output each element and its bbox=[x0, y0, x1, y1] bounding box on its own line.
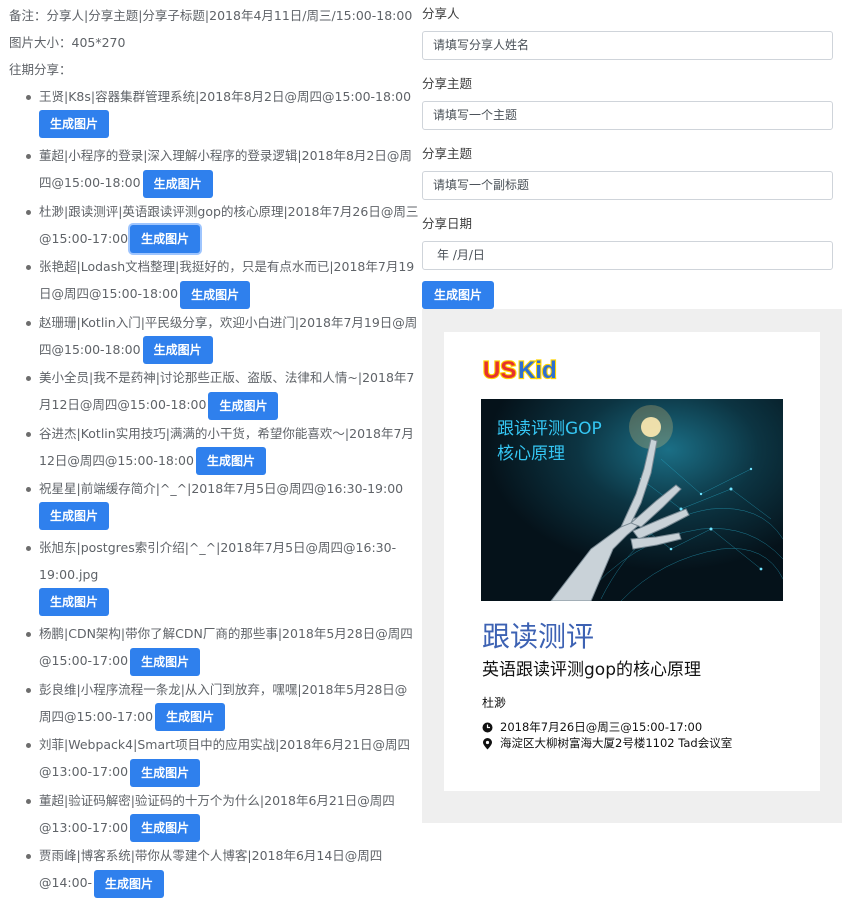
history-text: 张旭东|postgres索引介绍|^_^|2018年7月5日@周四@16:30-… bbox=[39, 540, 397, 582]
svg-text:US: US bbox=[483, 357, 516, 384]
list-item: 美小全员|我不是药神|讨论那些正版、盗版、法律和人情~|2018年7月12日@周… bbox=[26, 364, 419, 420]
svg-text:Kid: Kid bbox=[518, 357, 557, 384]
list-item: 董超|小程序的登录|深入理解小程序的登录逻辑|2018年8月2日@周四@15:0… bbox=[26, 142, 419, 198]
generate-image-button[interactable]: 生成图片 bbox=[142, 169, 213, 198]
list-item: 刘菲|Webpack4|Smart项目中的应用实战|2018年6月21日@周四@… bbox=[26, 731, 419, 787]
date-group: 分享日期 年 /月/日 bbox=[422, 215, 842, 280]
generate-image-button[interactable]: 生成图片 bbox=[130, 758, 201, 787]
subtitle-input[interactable]: 请填写一个副标题 bbox=[422, 171, 833, 200]
topic-input[interactable]: 请填写一个主题 bbox=[422, 101, 833, 130]
left-panel: 备注：分享人|分享主题|分享子标题|2018年4月11日/周三/15:00-18… bbox=[9, 0, 418, 898]
speaker-label: 分享人 bbox=[422, 6, 460, 21]
subtitle-label: 分享主题 bbox=[422, 146, 473, 161]
card-time: 2018年7月26日@周三@15:00-17:00 bbox=[500, 720, 703, 734]
location-pin-icon bbox=[483, 737, 492, 749]
list-item: 彭良维|小程序流程一条龙|从入门到放弃，嘿嘿|2018年5月28日@周四@15:… bbox=[26, 676, 419, 731]
poster-line-1: 跟读评测GOP bbox=[497, 419, 602, 439]
date-label: 分享日期 bbox=[422, 216, 473, 231]
list-item: 赵珊珊|Kotlin入门|平民级分享，欢迎小白进门|2018年7月19日@周四@… bbox=[26, 309, 419, 364]
speaker-input[interactable]: 请填写分享人姓名 bbox=[422, 31, 833, 60]
uskid-logo: US Kid bbox=[482, 356, 558, 385]
list-item: 贾雨峰|博客系统|带你从零建个人博客|2018年6月14日@周四@14:00- 生… bbox=[26, 842, 419, 898]
list-item: 杨鹏|CDN架构|带你了解CDN厂商的那些事|2018年5月28日@周四@15:… bbox=[26, 620, 419, 676]
generate-image-button[interactable]: 生成图片 bbox=[130, 647, 201, 676]
list-item: 祝星星|前端缓存简介|^_^|2018年7月5日@周四@16:30-19:00 生… bbox=[26, 475, 419, 534]
date-input[interactable]: 年 /月/日 bbox=[422, 241, 833, 270]
history-text: 董超|小程序的登录|深入理解小程序的登录逻辑|2018年8月2日@周四@15:0… bbox=[39, 148, 412, 190]
generate-image-button[interactable]: 生成图片 bbox=[180, 280, 251, 309]
history-text: 贾雨峰|博客系统|带你从零建个人博客|2018年6月14日@周四@14:00- bbox=[39, 848, 383, 890]
history-list: 王贤|K8s|容器集群管理系统|2018年8月2日@周四@15:00-18:00… bbox=[9, 83, 418, 898]
list-item: 杜渺|跟读测评|英语跟读评测gop的核心原理|2018年7月26日@周三@15:… bbox=[26, 198, 419, 253]
subtitle-group: 分享主题 请填写一个副标题 bbox=[422, 145, 842, 210]
list-item: 谷进杰|Kotlin实用技巧|满满的小干货，希望你能喜欢～|2018年7月12日… bbox=[26, 420, 419, 475]
card-location-row: 海淀区大柳树富海大厦2号楼1102 Tad会议室 bbox=[482, 735, 732, 751]
list-item: 张旭东|postgres索引介绍|^_^|2018年7月5日@周四@16:30-… bbox=[26, 534, 419, 620]
generate-image-button[interactable]: 生成图片 bbox=[130, 225, 201, 253]
generate-image-button[interactable]: 生成图片 bbox=[94, 869, 165, 898]
card-title: 跟读测评 bbox=[482, 620, 595, 653]
history-text: 赵珊珊|Kotlin入门|平民级分享，欢迎小白进门|2018年7月19日@周四@… bbox=[39, 314, 418, 357]
card-subtitle: 英语跟读评测gop的核心原理 bbox=[482, 660, 701, 680]
poster-image: 跟读评测GOP 核心原理 bbox=[481, 399, 783, 601]
image-size-text: 图片大小：405*270 bbox=[9, 35, 126, 50]
card-time-row: 2018年7月26日@周三@15:00-17:00 bbox=[482, 719, 702, 735]
remark-text: 备注：分享人|分享主题|分享子标题|2018年4月11日/周三/15:00-18… bbox=[9, 8, 413, 23]
generate-image-button[interactable]: 生成图片 bbox=[39, 588, 110, 616]
list-item: 董超|验证码解密|验证码的十万个为什么|2018年6月21日@周四@13:00-… bbox=[26, 787, 419, 842]
generate-image-button[interactable]: 生成图片 bbox=[155, 703, 226, 731]
card-speaker: 杜渺 bbox=[482, 696, 507, 710]
speaker-group: 分享人 请填写分享人姓名 bbox=[422, 5, 842, 70]
history-text: 王贤|K8s|容器集群管理系统|2018年8月2日@周四@15:00-18:00 bbox=[39, 89, 412, 104]
history-text: 刘菲|Webpack4|Smart项目中的应用实战|2018年6月21日@周四@… bbox=[39, 737, 411, 779]
generate-image-button[interactable]: 生成图片 bbox=[142, 336, 213, 364]
list-item: 王贤|K8s|容器集群管理系统|2018年8月2日@周四@15:00-18:00… bbox=[26, 83, 419, 142]
generate-image-button[interactable]: 生成图片 bbox=[195, 447, 266, 475]
history-label: 往期分享： bbox=[9, 62, 72, 77]
generate-image-button[interactable]: 生成图片 bbox=[39, 110, 110, 138]
poster-caption: 跟读评测GOP 核心原理 bbox=[497, 417, 602, 467]
generate-image-button[interactable]: 生成图片 bbox=[130, 814, 201, 842]
generate-button[interactable]: 生成图片 bbox=[422, 281, 495, 309]
poster-line-2: 核心原理 bbox=[497, 444, 565, 464]
history-text: 祝星星|前端缓存简介|^_^|2018年7月5日@周四@16:30-19:00 bbox=[39, 481, 404, 496]
history-text: 杜渺|跟读测评|英语跟读评测gop的核心原理|2018年7月26日@周三@15:… bbox=[39, 203, 419, 246]
history-text: 杨鹏|CDN架构|带你了解CDN厂商的那些事|2018年5月28日@周四@15:… bbox=[39, 626, 413, 668]
share-form: 分享人 请填写分享人姓名 分享主题 请填写一个主题 分享主题 请填写一个副标题 … bbox=[422, 0, 842, 309]
generate-image-button[interactable]: 生成图片 bbox=[39, 502, 110, 530]
poster-card: US Kid 跟读评测GOP 核心原理 跟读测评 英语跟读评测gop的核心原理 … bbox=[444, 332, 820, 791]
topic-label: 分享主题 bbox=[422, 76, 473, 91]
list-item: 张艳超|Lodash文档整理|我挺好的，只是有点水而已|2018年7月19日@周… bbox=[26, 253, 419, 309]
topic-group: 分享主题 请填写一个主题 bbox=[422, 75, 842, 140]
generate-image-button[interactable]: 生成图片 bbox=[208, 391, 279, 420]
history-text: 董超|验证码解密|验证码的十万个为什么|2018年6月21日@周四@13:00-… bbox=[39, 792, 395, 835]
card-location: 海淀区大柳树富海大厦2号楼1102 Tad会议室 bbox=[500, 736, 733, 750]
clock-icon bbox=[482, 722, 493, 733]
